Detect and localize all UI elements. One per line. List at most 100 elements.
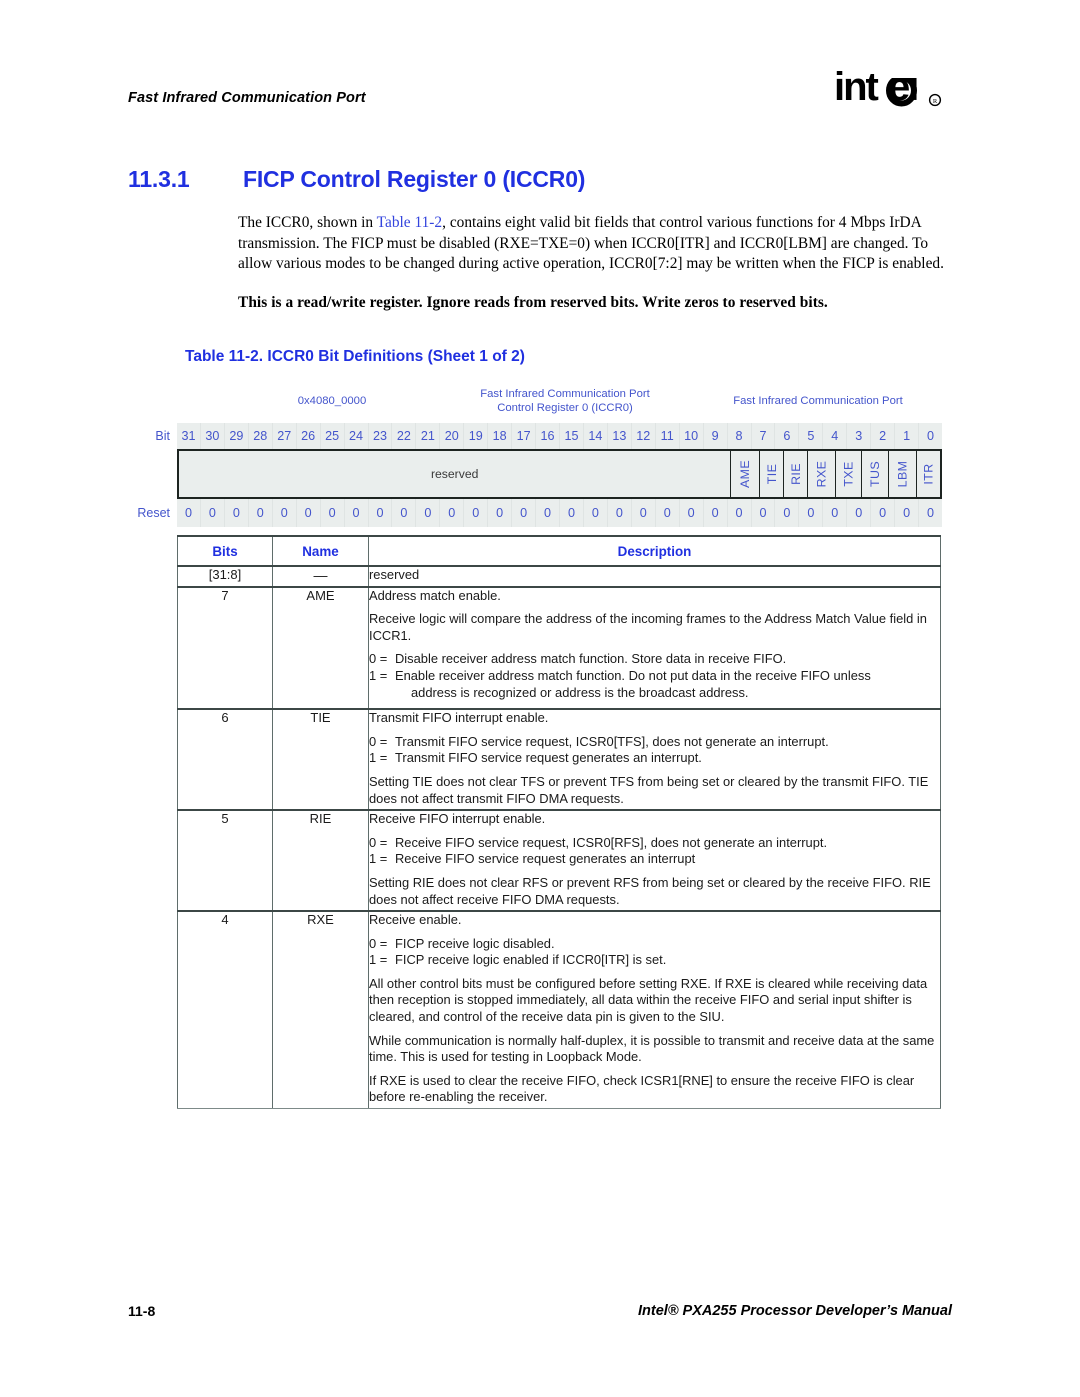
description-paragraph: All other control bits must be configure… (369, 975, 928, 1025)
bit-number: 5 (799, 423, 824, 449)
bit-value-list: 0 = Transmit FIFO service request, ICSR0[… (369, 734, 940, 767)
table-cross-reference-link[interactable]: Table 11-2 (377, 214, 442, 231)
bit-value-key: 0 = (369, 733, 388, 749)
register-field-lbm: LBM (889, 451, 918, 497)
page-header: Fast Infrared Communication Port int el … (128, 60, 952, 124)
bit-value-item: 0 = Disable receiver address match functi… (369, 651, 940, 668)
cell-description: Receive enable. 0 = FICP receive logic dis… (368, 910, 941, 1110)
intro-paragraph: The ICCR0, shown in Table 11-2, contains… (238, 213, 950, 275)
register-field-tie: TIE (760, 451, 785, 497)
bit-number: 25 (321, 423, 345, 449)
register-field-ame: AME (731, 451, 761, 497)
reset-value: 0 (416, 499, 441, 527)
bit-value-key: 1 = (369, 750, 388, 766)
description-paragraph: reserved (369, 567, 420, 582)
column-header-name: Name (272, 535, 369, 567)
bit-number: 21 (416, 423, 441, 449)
bit-number: 20 (440, 423, 465, 449)
bit-number: 22 (392, 423, 417, 449)
bit-value-text: Receive FIFO service request, ICSR0[RFS]… (395, 834, 828, 850)
bit-number: 17 (512, 423, 537, 449)
register-diagram-titles: 0x4080_0000 Fast Infrared Communication … (177, 385, 942, 423)
table-body: [31:8] — reserved 7 AME Address match enable.… (177, 565, 941, 1110)
bit-number: 28 (249, 423, 273, 449)
bit-value-key: 1 = (369, 667, 388, 683)
cell-bits: 5 (177, 809, 273, 913)
reset-value: 0 (369, 499, 393, 527)
reset-value: 0 (895, 499, 920, 527)
bit-number: 23 (369, 423, 393, 449)
bit-value-item: 0 = Transmit FIFO service request, ICSR0[… (369, 734, 940, 751)
reset-value: 0 (297, 499, 321, 527)
reset-value: 0 (321, 499, 345, 527)
register-field-row: reserved AME TIE RIE RXE TXE TUS LBM ITR (136, 449, 942, 499)
reset-value: 0 (273, 499, 297, 527)
register-name: Fast Infrared Communication Port Control… (445, 387, 685, 415)
register-field-reserved: reserved (179, 451, 732, 497)
register-address: 0x4080_0000 (297, 395, 367, 407)
bit-number: 19 (464, 423, 489, 449)
bit-value-list: 0 = Disable receiver address match functi… (369, 651, 940, 701)
page-number: 11-8 (128, 1303, 156, 1319)
reset-value: 0 (632, 499, 656, 527)
bit-value-item: 1 = Enable receiver address match functio… (369, 668, 940, 701)
register-name-line2: Control Register 0 (ICCR0) (497, 402, 633, 414)
bit-value-item: 1 = Receive FIFO service request generate… (369, 851, 940, 868)
register-field-label: RXE (814, 460, 829, 488)
reset-value: 0 (177, 499, 201, 527)
description-paragraph: While communication is normally half-dup… (369, 1032, 935, 1065)
table-caption: Table 11-2. ICCR0 Bit Definitions (Sheet… (185, 348, 525, 365)
bit-number: 8 (728, 423, 752, 449)
svg-text:R: R (933, 98, 938, 105)
table-row: 5 RIE Receive FIFO interrupt enable. 0 = Rec… (177, 809, 941, 913)
reset-value: 0 (871, 499, 896, 527)
column-header-bits: Bits (177, 535, 273, 567)
reset-value: 0 (464, 499, 489, 527)
reset-value: 0 (752, 499, 776, 527)
reset-value: 0 (584, 499, 608, 527)
bit-value-text: FICP receive logic disabled. (395, 935, 555, 951)
bit-number: 2 (871, 423, 896, 449)
bit-value-key: 0 = (369, 935, 388, 951)
table-row: [31:8] — reserved (177, 565, 941, 588)
description-paragraph: Setting RIE does not clear RFS or preven… (369, 874, 931, 907)
cell-description: reserved (368, 565, 941, 588)
reset-value: 0 (704, 499, 728, 527)
bit-value-key: 1 = (369, 952, 388, 968)
cell-name: TIE (272, 708, 369, 812)
cell-bits: [31:8] (177, 565, 273, 588)
register-field-label: TUS (868, 461, 883, 487)
reset-value: 0 (728, 499, 752, 527)
register-field-rxe: RXE (808, 451, 837, 497)
table-header-row: Bits Name Description (177, 535, 941, 567)
cell-description: Address match enable. Receive logic will … (368, 586, 941, 711)
description-paragraph: Setting TIE does not clear TFS or preven… (369, 773, 929, 806)
register-field-cells: reserved AME TIE RIE RXE TXE TUS LBM ITR (177, 449, 942, 499)
reset-value: 0 (345, 499, 369, 527)
reset-value: 0 (512, 499, 537, 527)
cell-name: RXE (272, 910, 369, 1110)
bit-definitions-table: Bits Name Description [31:8] — reserved 7 AM… (177, 535, 941, 1110)
cell-bits: 4 (177, 910, 273, 1110)
reset-value: 0 (201, 499, 225, 527)
bit-number: 18 (488, 423, 513, 449)
bit-number: 29 (225, 423, 249, 449)
running-head: Fast Infrared Communication Port (128, 90, 366, 106)
svg-text:int: int (834, 65, 879, 109)
bit-number: 27 (273, 423, 297, 449)
bit-value-key: 0 = (369, 834, 388, 850)
reset-value: 0 (392, 499, 417, 527)
register-field-itr: ITR (917, 451, 940, 497)
bit-value-item: 0 = Receive FIFO service request, ICSR0[R… (369, 835, 940, 852)
bit-value-key: 1 = (369, 851, 388, 867)
description-paragraph: Address match enable. (369, 587, 501, 603)
reset-value: 0 (536, 499, 560, 527)
bit-value-text: Transmit FIFO service request, ICSR0[TFS… (395, 733, 829, 749)
cell-name: RIE (272, 809, 369, 913)
section-number: 11.3.1 (128, 166, 190, 192)
register-name-line1: Fast Infrared Communication Port (480, 388, 650, 400)
bit-value-text: Receive FIFO service request generates a… (395, 851, 696, 867)
bit-value-continuation: address is recognized or address is the … (411, 684, 749, 700)
cell-description: Transmit FIFO interrupt enable. 0 = Transm… (368, 708, 941, 812)
bit-number: 11 (656, 423, 680, 449)
